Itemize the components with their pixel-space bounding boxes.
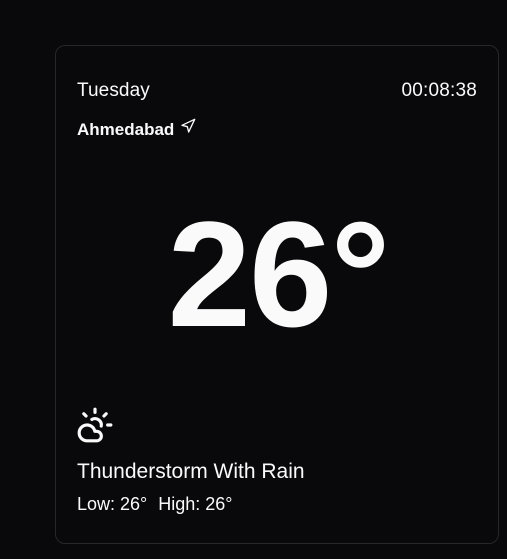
weather-card: Tuesday 00:08:38 Ahmedabad 26° Thunderst…	[55, 45, 499, 544]
location: Ahmedabad	[77, 118, 196, 141]
condition-text: Thunderstorm With Rain	[77, 460, 305, 483]
low-high: Low: 26° High: 26°	[77, 493, 233, 515]
temperature: 26°	[167, 190, 391, 358]
cloud-sun-icon	[77, 407, 113, 443]
low-temp: Low: 26°	[77, 494, 148, 514]
clock-time: 00:08:38	[401, 80, 477, 101]
city-name: Ahmedabad	[77, 120, 175, 139]
navigation-arrow-icon	[181, 118, 196, 133]
high-temp: High: 26°	[158, 494, 233, 514]
day-label: Tuesday	[77, 80, 150, 101]
